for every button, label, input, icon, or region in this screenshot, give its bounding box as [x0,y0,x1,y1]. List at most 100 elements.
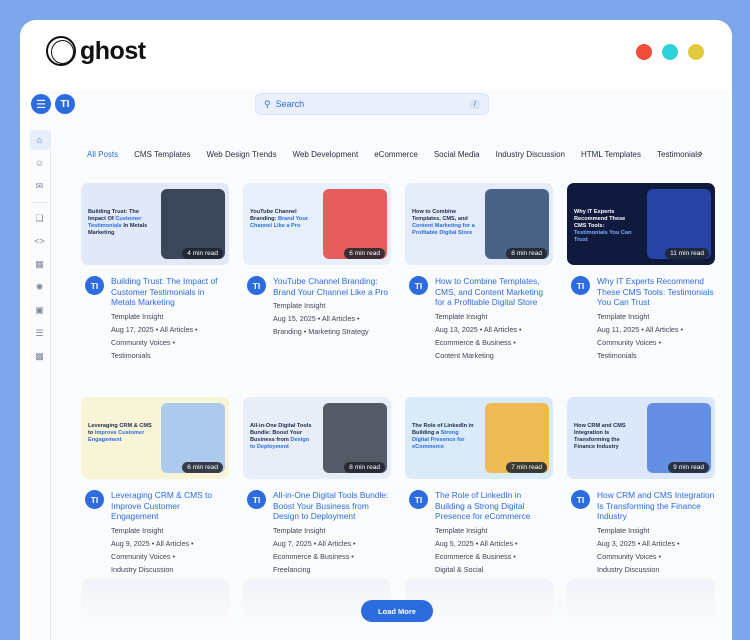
post-tag[interactable]: Branding • Marketing Strategy [273,328,391,336]
post-card[interactable]: How to Combine Templates, CMS, and Conte… [405,183,553,360]
search-bar[interactable]: ⚲ Search / [255,93,489,115]
post-tag[interactable]: Testimonials [597,352,715,360]
tab-all-posts[interactable]: All Posts [87,150,118,164]
post-author[interactable]: Template Insight [597,313,715,321]
post-card[interactable]: Leveraging CRM & CMS to Improve Customer… [81,397,229,574]
sidebar-divider [32,202,47,203]
tab-web-development[interactable]: Web Development [293,150,359,164]
post-card[interactable]: All-in-One Digital Tools Bundle: Boost Y… [243,397,391,574]
window-dot-yellow[interactable] [688,44,704,60]
author-avatar[interactable]: TI [85,490,104,509]
post-author[interactable]: Template Insight [111,527,229,535]
ghost-logo[interactable]: ghost [46,36,146,66]
post-tag[interactable]: Ecommerce & Business • [435,339,553,347]
tab-testimonials[interactable]: Testimonials [657,150,701,164]
author-avatar[interactable]: TI [409,490,428,509]
post-card[interactable]: Why IT Experts Recommend These CMS Tools… [567,183,715,360]
window-dot-cyan[interactable] [662,44,678,60]
home-icon[interactable]: ⌂ [29,130,50,150]
author-avatar[interactable]: TI [247,490,266,509]
post-thumbnail[interactable]: Why IT Experts Recommend These CMS Tools… [567,183,715,265]
tab-industry-discussion[interactable]: Industry Discussion [496,150,565,164]
post-card[interactable]: Building Trust: The Impact Of Customer T… [81,183,229,360]
post-tag[interactable]: All Articles [322,314,355,323]
post-tag[interactable]: All Articles [318,539,351,548]
post-thumbnail[interactable]: YouTube Channel Branding: Brand Your Cha… [243,183,391,265]
post-author[interactable]: Template Insight [273,527,391,535]
post-tag[interactable]: All Articles [484,325,517,334]
post-tag[interactable]: Community Voices • [597,553,715,561]
post-tag[interactable]: Community Voices • [111,553,229,561]
post-thumbnail[interactable]: How CRM and CMS Integration Is Transform… [567,397,715,479]
user-icon[interactable]: ☺ [30,153,50,173]
image-icon[interactable]: ▦ [30,254,50,274]
post-tag[interactable]: Community Voices • [597,339,715,347]
read-time-badge: 6 min read [182,462,223,473]
author-avatar[interactable]: TI [571,276,590,295]
post-title[interactable]: Why IT Experts Recommend These CMS Tools… [597,276,715,308]
post-title[interactable]: All-in-One Digital Tools Bundle: Boost Y… [273,490,391,522]
window-dot-red[interactable] [636,44,652,60]
post-tag[interactable]: Ecommerce & Business • [273,553,391,561]
post-author[interactable]: Template Insight [435,313,553,321]
card-placeholder [567,579,715,624]
post-title[interactable]: Building Trust: The Impact of Customer T… [111,276,229,308]
post-date: Aug 11, 2025 [597,325,640,335]
post-tag[interactable]: Industry Discussion [111,566,229,574]
post-card[interactable]: The Role of LinkedIn in Building a Stron… [405,397,553,574]
author-avatar[interactable]: TI [247,276,266,295]
post-date-tags: Aug 3, 2025 • All Articles • [597,539,680,549]
code-icon[interactable]: <> [30,231,50,251]
post-thumbnail[interactable]: Leveraging CRM & CMS to Improve Customer… [81,397,229,479]
author-avatar[interactable]: TI [409,276,428,295]
post-tag[interactable]: Ecommerce & Business • [435,553,553,561]
tab-cms-templates[interactable]: CMS Templates [134,150,190,164]
post-tag[interactable]: Freelancing [273,566,391,574]
plugin-icon[interactable]: ✺ [30,277,50,297]
tab-web-design-trends[interactable]: Web Design Trends [206,150,276,164]
tab-social-media[interactable]: Social Media [434,150,480,164]
post-thumbnail[interactable]: Building Trust: The Impact Of Customer T… [81,183,229,265]
post-tag[interactable]: Testimonials [111,352,229,360]
post-date-tags: Aug 9, 2025 • All Articles • [111,539,194,549]
post-tag[interactable]: All Articles [480,539,513,548]
bag-icon[interactable]: ▣ [30,300,50,320]
grid-icon[interactable]: ▩ [30,346,50,366]
post-date-tags: Aug 11, 2025 • All Articles • [597,325,684,335]
brand-badge[interactable]: TI [55,94,75,114]
mail-icon[interactable]: ✉ [30,176,50,196]
tab-ecommerce[interactable]: eCommerce [374,150,418,164]
post-tag[interactable]: Industry Discussion [597,566,715,574]
document-icon[interactable]: ☰ [30,323,50,343]
load-more-button[interactable]: Load More [361,600,433,622]
pages-icon[interactable]: ❏ [30,208,50,228]
post-title[interactable]: How to Combine Templates, CMS, and Conte… [435,276,553,308]
post-tag[interactable]: Digital & Social [435,566,553,574]
post-tag[interactable]: All Articles [156,539,189,548]
post-title[interactable]: The Role of LinkedIn in Building a Stron… [435,490,553,522]
post-tag[interactable]: All Articles [642,539,675,548]
post-thumbnail[interactable]: The Role of LinkedIn in Building a Stron… [405,397,553,479]
post-author[interactable]: Template Insight [111,313,229,321]
chevron-right-icon[interactable]: › [699,148,703,160]
post-thumbnail[interactable]: How to Combine Templates, CMS, and Conte… [405,183,553,265]
post-tag[interactable]: Content Marketing [435,352,553,360]
author-avatar[interactable]: TI [571,490,590,509]
post-tag[interactable]: All Articles [645,325,678,334]
post-title[interactable]: How CRM and CMS Integration Is Transform… [597,490,715,522]
post-card[interactable]: YouTube Channel Branding: Brand Your Cha… [243,183,391,336]
post-title[interactable]: Leveraging CRM & CMS to Improve Customer… [111,490,229,522]
post-thumbnail[interactable]: All-in-One Digital Tools Bundle: Boost Y… [243,397,391,479]
menu-icon[interactable]: ☰ [31,94,51,114]
post-author[interactable]: Template Insight [597,527,715,535]
post-date: Aug 9, 2025 [111,539,150,549]
tab-html-templates[interactable]: HTML Templates [581,150,641,164]
post-title[interactable]: YouTube Channel Branding: Brand Your Cha… [273,276,391,297]
post-tag[interactable]: All Articles [160,325,193,334]
post-author[interactable]: Template Insight [435,527,553,535]
post-tag[interactable]: Community Voices • [111,339,229,347]
post-author[interactable]: Template Insight [273,302,391,310]
author-avatar[interactable]: TI [85,276,104,295]
post-card[interactable]: How CRM and CMS Integration Is Transform… [567,397,715,574]
post-meta: TI All-in-One Digital Tools Bundle: Boos… [243,490,391,574]
